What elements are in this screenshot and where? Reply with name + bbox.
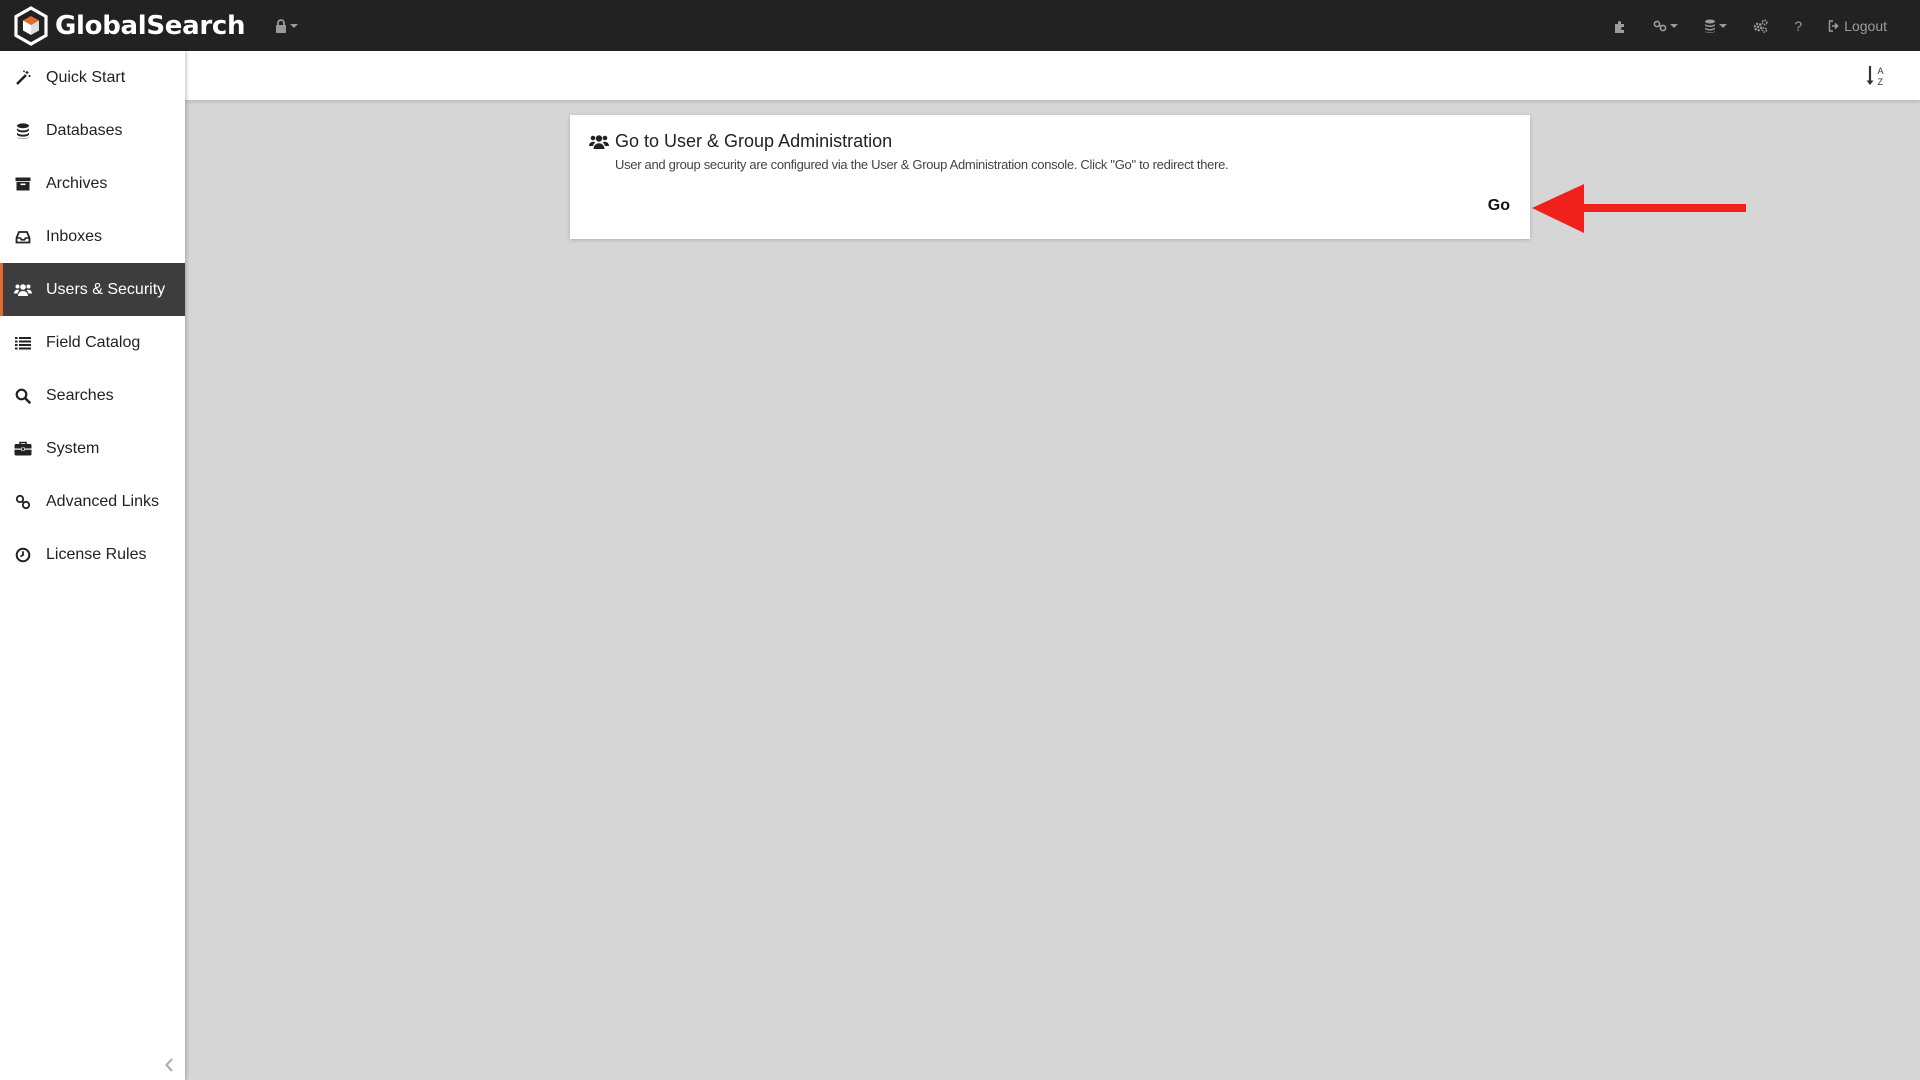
- magic-wand-icon: [13, 68, 33, 88]
- sidebar-item-label: Archives: [46, 174, 108, 192]
- sidebar-item-label: Advanced Links: [46, 492, 159, 510]
- sign-out-icon: [1828, 19, 1839, 32]
- go-button[interactable]: Go: [1488, 197, 1510, 215]
- globalsearch-logo-icon: [14, 5, 48, 46]
- sidebar-item-label: License Rules: [46, 545, 147, 563]
- caret-down-icon: [1719, 23, 1728, 28]
- sidebar-item-label: Inboxes: [46, 227, 103, 245]
- cogs-icon: [1754, 18, 1768, 33]
- sidebar-item-label: Quick Start: [46, 68, 126, 86]
- content-toolbar: A Z: [185, 51, 1920, 100]
- sort-alpha-button[interactable]: A Z: [1864, 64, 1888, 88]
- inbox-icon: [13, 227, 33, 247]
- sidebar-item-label: Users & Security: [46, 280, 166, 298]
- sidebar-item-users-security[interactable]: Users & Security: [0, 263, 185, 316]
- sidebar-item-searches[interactable]: Searches: [0, 369, 185, 422]
- search-icon: [13, 386, 33, 406]
- top-nav-right: ? Logout: [1600, 0, 1900, 51]
- list-icon: [13, 333, 33, 353]
- links-menu-dropdown[interactable]: [1640, 0, 1691, 51]
- sidebar-item-inboxes[interactable]: Inboxes: [0, 210, 185, 263]
- sidebar: Quick Start Databases Archives Inboxes U…: [0, 51, 185, 1080]
- link-icon: [13, 492, 33, 512]
- help-link[interactable]: ?: [1781, 0, 1815, 51]
- card-header: Go to User & Group Administration: [589, 131, 892, 152]
- sidebar-item-label: System: [46, 439, 100, 457]
- help-label: ?: [1794, 17, 1803, 34]
- logout-label: Logout: [1844, 17, 1887, 34]
- sidebar-item-field-catalog[interactable]: Field Catalog: [0, 316, 185, 369]
- logout-link[interactable]: Logout: [1815, 0, 1900, 51]
- sidebar-item-label: Field Catalog: [46, 333, 141, 351]
- lock-menu-dropdown[interactable]: [275, 0, 299, 51]
- clock-icon: [13, 545, 33, 565]
- user-group-admin-card: Go to User & Group Administration User a…: [570, 115, 1530, 239]
- users-icon: [13, 280, 33, 300]
- sidebar-collapse-button[interactable]: [160, 1056, 178, 1074]
- archive-icon: [13, 174, 33, 194]
- sidebar-item-databases[interactable]: Databases: [0, 104, 185, 157]
- top-navbar: GlobalSearch ? Logout: [0, 0, 1920, 51]
- puzzle-icon: [1615, 20, 1625, 33]
- briefcase-icon: [13, 439, 33, 459]
- caret-down-icon: [1670, 23, 1679, 28]
- svg-text:Z: Z: [1878, 77, 1884, 87]
- sidebar-item-archives[interactable]: Archives: [0, 157, 185, 210]
- svg-text:A: A: [1878, 66, 1884, 76]
- chevron-left-icon: [165, 1058, 173, 1072]
- card-description: User and group security are configured v…: [615, 157, 1229, 172]
- card-title: Go to User & Group Administration: [615, 131, 893, 151]
- users-icon: [589, 134, 609, 149]
- sidebar-item-license-rules[interactable]: License Rules: [0, 528, 185, 581]
- caret-down-icon: [290, 23, 299, 28]
- plugins-menu[interactable]: [1600, 0, 1640, 51]
- database-icon: [1705, 19, 1716, 33]
- database-menu-dropdown[interactable]: [1691, 0, 1740, 51]
- sort-alpha-icon: A Z: [1866, 66, 1884, 87]
- brand-logo-link[interactable]: GlobalSearch: [13, 0, 246, 51]
- sidebar-item-quick-start[interactable]: Quick Start: [0, 51, 185, 104]
- sidebar-item-advanced-links[interactable]: Advanced Links: [0, 475, 185, 528]
- lock-icon: [276, 18, 287, 33]
- link-icon: [1653, 20, 1667, 31]
- brand-name: GlobalSearch: [55, 10, 246, 41]
- sidebar-item-system[interactable]: System: [0, 422, 185, 475]
- settings-menu[interactable]: [1740, 0, 1781, 51]
- database-icon: [13, 121, 33, 141]
- sidebar-item-label: Searches: [46, 386, 114, 404]
- annotation-arrow-icon: [1532, 184, 1746, 233]
- sidebar-item-label: Databases: [46, 121, 123, 139]
